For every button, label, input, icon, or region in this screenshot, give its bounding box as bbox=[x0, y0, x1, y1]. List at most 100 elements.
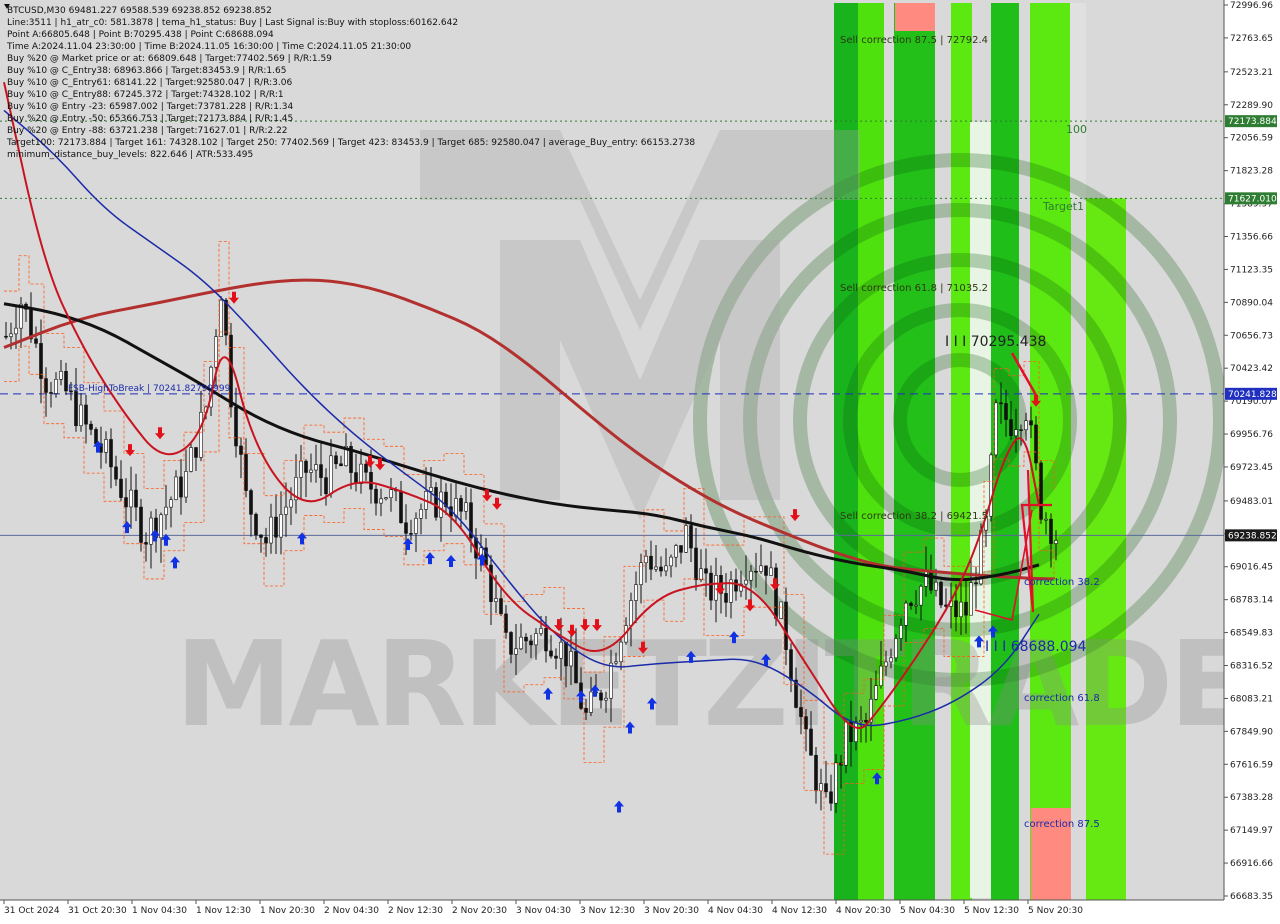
candle-up bbox=[54, 378, 58, 394]
candle-up bbox=[844, 721, 848, 766]
candle-up bbox=[534, 633, 538, 646]
candle-down bbox=[229, 334, 233, 408]
candle-down bbox=[134, 489, 138, 508]
candle-up bbox=[669, 556, 673, 567]
candle-down bbox=[524, 636, 528, 642]
candle-up bbox=[514, 648, 518, 655]
candle-down bbox=[44, 378, 48, 393]
y-tick-label: 69723.45 bbox=[1230, 463, 1273, 473]
candle-up bbox=[629, 600, 633, 626]
candle-up bbox=[289, 499, 293, 508]
price-box-label: 69238.852 bbox=[1228, 531, 1277, 541]
target-100-label: 100 bbox=[1066, 123, 1087, 136]
candle-up bbox=[79, 404, 83, 427]
candle-up bbox=[199, 411, 203, 458]
candle-down bbox=[369, 471, 373, 490]
target1-label: Target1 bbox=[1042, 200, 1084, 213]
candle-up bbox=[219, 299, 223, 337]
candle-up bbox=[779, 601, 783, 619]
y-tick-label: 72289.90 bbox=[1230, 101, 1273, 111]
candle-down bbox=[954, 600, 958, 618]
candle-up bbox=[359, 463, 363, 484]
price-box-label: 72173.884 bbox=[1228, 117, 1277, 127]
candle-up bbox=[214, 336, 218, 368]
candle-down bbox=[1009, 419, 1013, 437]
candle-up bbox=[644, 555, 648, 564]
candle-down bbox=[259, 534, 263, 538]
candle-down bbox=[374, 488, 378, 504]
price-box-label: 70241.828 bbox=[1228, 390, 1277, 400]
x-tick-label: 5 Nov 12:30 bbox=[964, 906, 1019, 916]
candle-down bbox=[999, 402, 1003, 405]
candle-up bbox=[934, 581, 938, 591]
info-line: Line:3511 | h1_atr_c0: 581.3878 | tema_h… bbox=[7, 18, 458, 28]
candle-up bbox=[164, 506, 168, 516]
y-tick-label: 67383.28 bbox=[1230, 793, 1273, 803]
candle-down bbox=[529, 640, 533, 646]
candle-down bbox=[774, 567, 778, 619]
candle-up bbox=[559, 641, 563, 659]
candle-down bbox=[544, 628, 548, 652]
candle-up bbox=[379, 498, 383, 504]
candle-up bbox=[129, 489, 133, 508]
candle-down bbox=[809, 728, 813, 756]
candle-down bbox=[124, 497, 128, 508]
candle-down bbox=[659, 566, 663, 572]
info-line: Buy %10 @ Entry -23: 65987.002 | Target:… bbox=[7, 102, 294, 112]
candle-up bbox=[884, 661, 888, 667]
price-chart: MARKETZITRADE Sell correction 87.5 | 7279… bbox=[0, 0, 1280, 920]
candle-down bbox=[599, 692, 603, 701]
y-tick-label: 68316.52 bbox=[1230, 662, 1273, 672]
candle-up bbox=[149, 517, 153, 545]
candle-up bbox=[1014, 429, 1018, 437]
candle-down bbox=[499, 598, 503, 615]
candle-up bbox=[854, 721, 858, 742]
info-line: Buy %20 @ Entry -88: 63721.238 | Target:… bbox=[7, 126, 288, 136]
candle-up bbox=[614, 661, 618, 664]
candle-down bbox=[179, 476, 183, 498]
info-line: Buy %10 @ C_Entry38: 68963.866 | Target:… bbox=[7, 66, 286, 76]
candle-up bbox=[769, 567, 773, 576]
candle-down bbox=[109, 439, 113, 468]
x-tick-label: 1 Nov 04:30 bbox=[132, 906, 187, 916]
candle-down bbox=[804, 716, 808, 730]
candle-down bbox=[689, 525, 693, 549]
candle-down bbox=[194, 447, 198, 458]
y-tick-label: 68549.83 bbox=[1230, 629, 1273, 639]
x-tick-label: 4 Nov 04:30 bbox=[708, 906, 763, 916]
y-tick-label: 69483.01 bbox=[1230, 497, 1273, 507]
candle-up bbox=[684, 525, 688, 553]
candle-up bbox=[174, 476, 178, 500]
candle-down bbox=[304, 460, 308, 473]
candle-up bbox=[184, 471, 188, 498]
x-tick-label: 1 Nov 20:30 bbox=[260, 906, 315, 916]
candle-up bbox=[924, 570, 928, 587]
candle-up bbox=[494, 598, 498, 602]
candle-down bbox=[399, 490, 403, 524]
candle-down bbox=[929, 570, 933, 591]
x-tick-label: 2 Nov 20:30 bbox=[452, 906, 507, 916]
candle-up bbox=[414, 518, 418, 534]
candle-down bbox=[114, 466, 118, 480]
watermark-text: MARKETZITRADE bbox=[175, 615, 1246, 753]
zone-gap bbox=[1070, 3, 1086, 198]
candle-up bbox=[309, 469, 313, 473]
candle-down bbox=[1029, 420, 1033, 426]
y-tick-label: 72996.96 bbox=[1230, 1, 1273, 11]
candle-down bbox=[649, 555, 653, 570]
candle-down bbox=[89, 423, 93, 430]
candle-down bbox=[864, 720, 868, 723]
candle-up bbox=[634, 584, 638, 601]
y-tick-label: 72763.65 bbox=[1230, 34, 1273, 44]
candle-up bbox=[749, 570, 753, 581]
candle-down bbox=[939, 581, 943, 606]
candle-up bbox=[664, 565, 668, 572]
candle-down bbox=[239, 445, 243, 455]
x-tick-label: 1 Nov 12:30 bbox=[196, 906, 251, 916]
candle-up bbox=[904, 602, 908, 626]
candle-down bbox=[784, 601, 788, 650]
candle-up bbox=[914, 604, 918, 607]
candle-down bbox=[319, 464, 323, 478]
candle-down bbox=[974, 582, 978, 585]
correction-618-label: correction 61.8 bbox=[1024, 693, 1100, 704]
